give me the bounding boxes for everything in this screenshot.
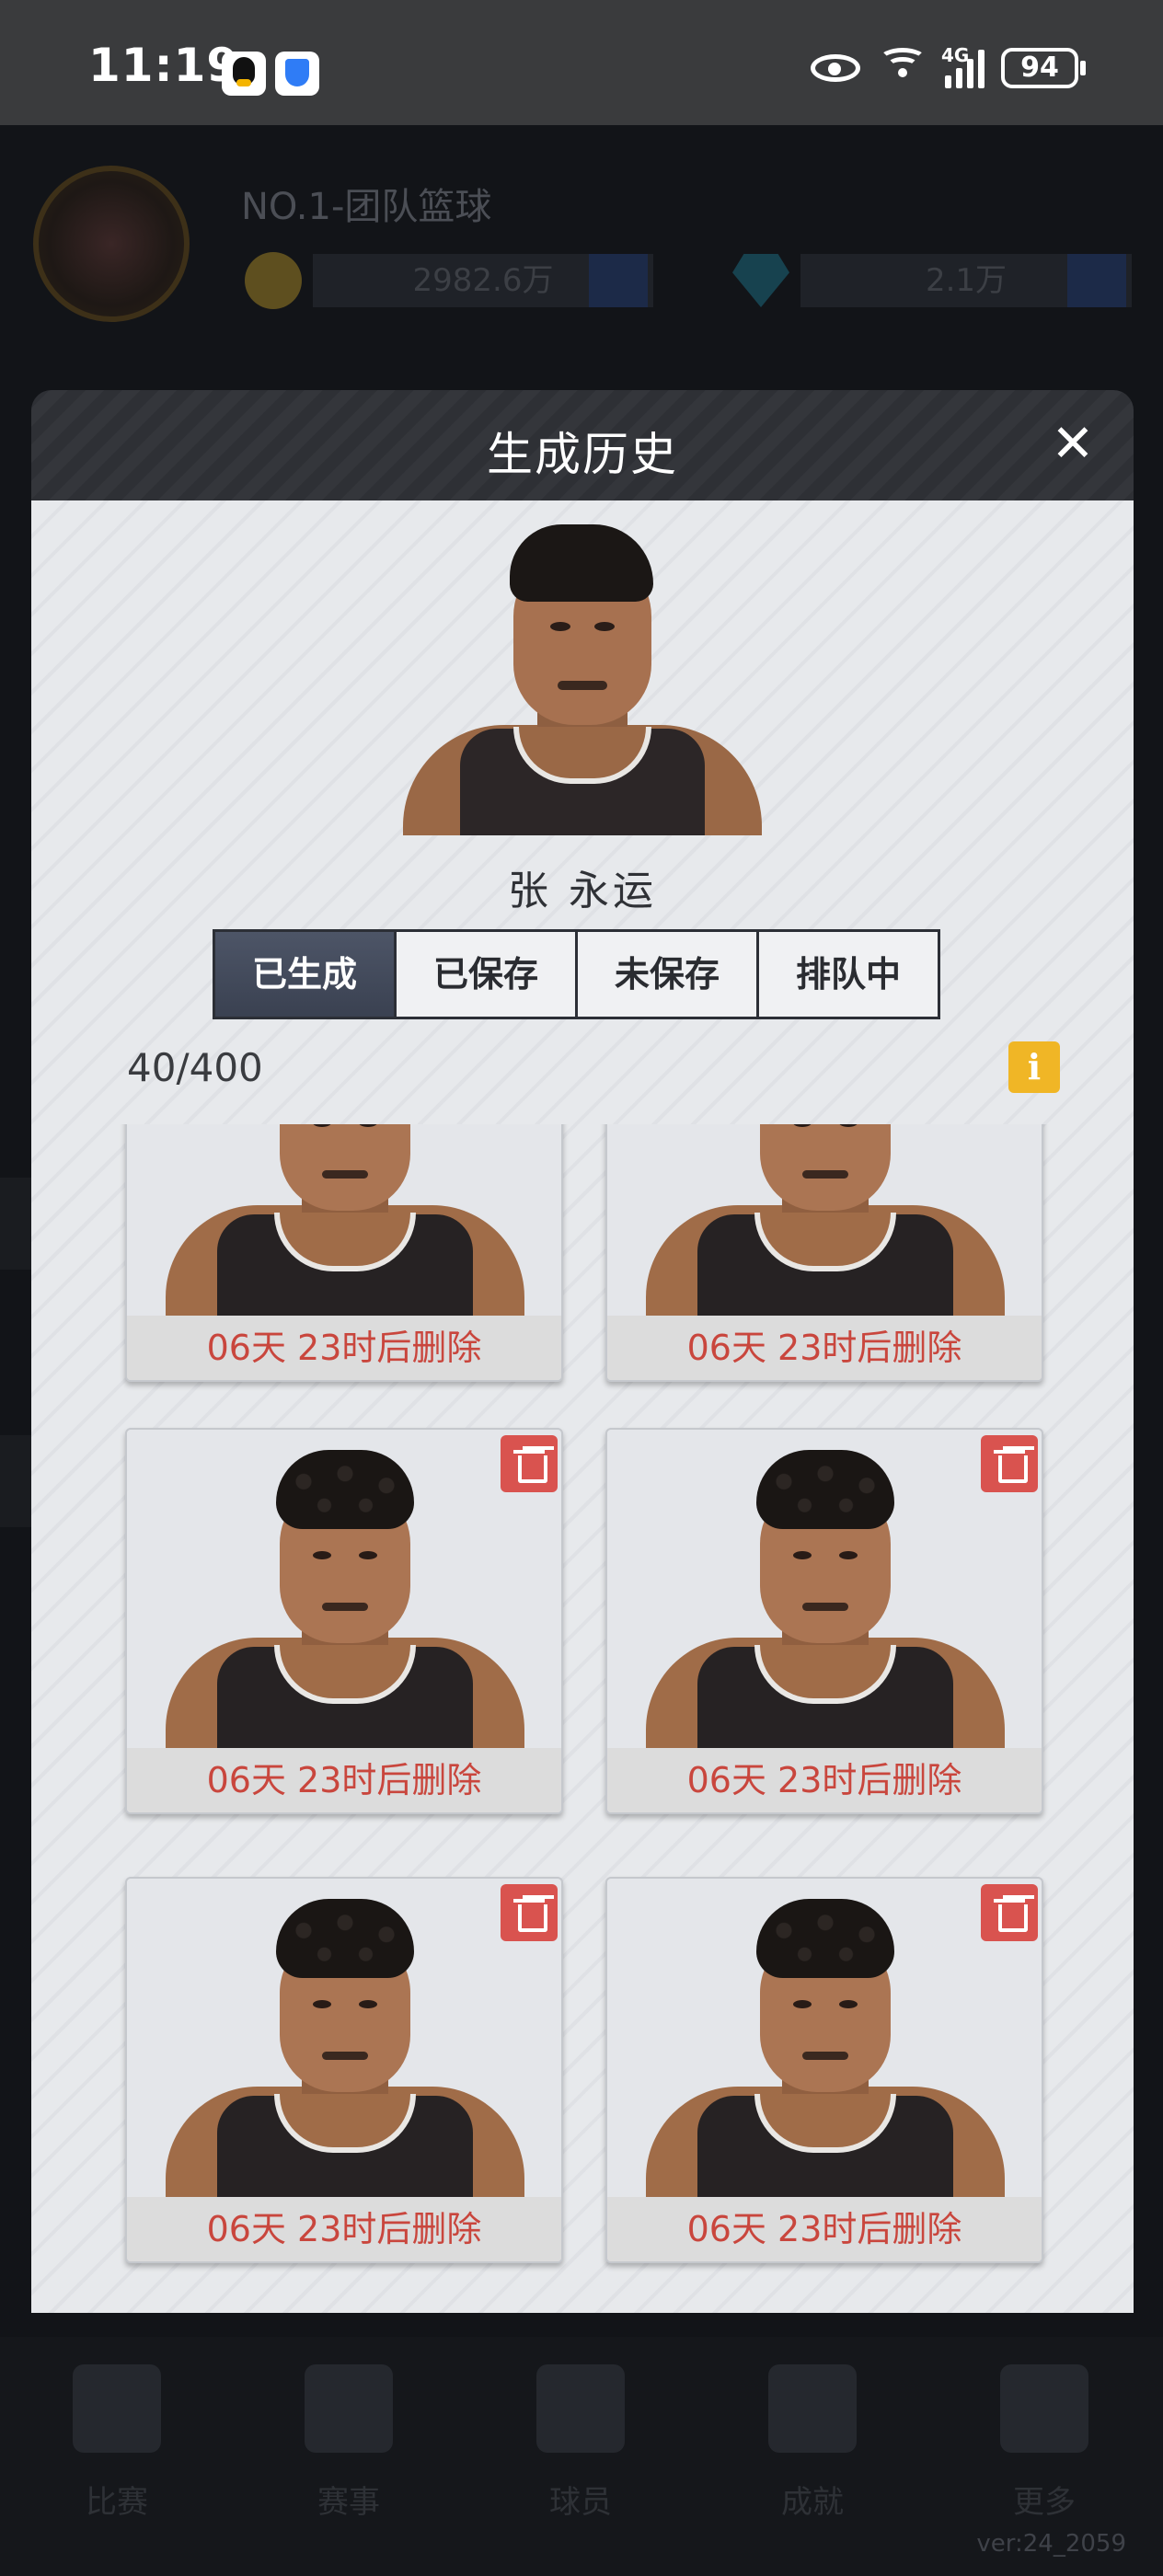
delete-icon[interactable] bbox=[501, 1884, 558, 1941]
modal-body: 张 永运 已生成 已保存 未保存 排队中 40/400 i 06天 23时后删除… bbox=[31, 500, 1134, 2313]
players-icon bbox=[536, 2364, 625, 2453]
tab-generated[interactable]: 已生成 bbox=[213, 929, 397, 1019]
version-label: ver:24_2059 bbox=[976, 2530, 1126, 2558]
delete-icon[interactable] bbox=[981, 1435, 1038, 1492]
player-portrait bbox=[403, 519, 762, 835]
delete-countdown: 06天 23时后删除 bbox=[127, 1748, 561, 1812]
nav-item-achievements: 成就 bbox=[743, 2364, 881, 2522]
generated-portrait bbox=[127, 1879, 561, 2197]
delete-countdown: 06天 23时后删除 bbox=[607, 1748, 1042, 1812]
tab-unsaved[interactable]: 未保存 bbox=[575, 929, 759, 1019]
generated-portrait bbox=[127, 1430, 561, 1748]
team-logo bbox=[33, 166, 190, 322]
generated-portrait bbox=[607, 1430, 1042, 1748]
status-icons: 4G 94 bbox=[811, 44, 1086, 90]
signal-icon: 4G bbox=[941, 44, 985, 88]
generated-grid[interactable]: 06天 23时后删除 06天 23时后删除 06天 23时后删除 06天 23时… bbox=[31, 1124, 1134, 2313]
network-type: 4G bbox=[941, 44, 970, 66]
generated-card[interactable]: 06天 23时后删除 bbox=[125, 1124, 563, 1382]
add-gems-button bbox=[1067, 254, 1126, 307]
generated-card[interactable]: 06天 23时后删除 bbox=[605, 1124, 1043, 1382]
generated-portrait bbox=[607, 1879, 1042, 2197]
eye-icon bbox=[811, 54, 860, 82]
status-bar: 11:19 4G 94 bbox=[0, 0, 1163, 125]
delete-icon[interactable] bbox=[501, 1435, 558, 1492]
modal-header: 生成历史 ✕ bbox=[31, 390, 1134, 500]
generated-card[interactable]: 06天 23时后删除 bbox=[605, 1877, 1043, 2263]
generated-portrait bbox=[127, 1124, 561, 1316]
nav-item-schedule: 比赛 bbox=[48, 2364, 186, 2522]
nav-item-more: 更多 bbox=[975, 2364, 1113, 2522]
status-time: 11:19 bbox=[88, 39, 240, 92]
tab-queued[interactable]: 排队中 bbox=[756, 929, 940, 1019]
generated-card[interactable]: 06天 23时后删除 bbox=[125, 1877, 563, 2263]
delete-countdown: 06天 23时后删除 bbox=[127, 2197, 561, 2261]
generated-card[interactable]: 06天 23时后删除 bbox=[125, 1428, 563, 1814]
trophy-icon bbox=[305, 2364, 393, 2453]
battery-icon: 94 bbox=[1001, 48, 1086, 88]
delete-countdown: 06天 23时后删除 bbox=[127, 1316, 561, 1380]
delete-countdown: 06天 23时后删除 bbox=[607, 1316, 1042, 1380]
info-icon[interactable]: i bbox=[1008, 1041, 1060, 1093]
team-name: NO.1-团队篮球 bbox=[241, 186, 492, 228]
shield-icon bbox=[275, 52, 319, 96]
nav-item-players: 球员 bbox=[512, 2364, 650, 2522]
add-coins-button bbox=[589, 254, 648, 307]
filter-tabs: 已生成 已保存 未保存 排队中 bbox=[213, 929, 940, 1019]
delete-icon[interactable] bbox=[981, 1884, 1038, 1941]
nav-item-events: 赛事 bbox=[280, 2364, 418, 2522]
medal-icon bbox=[768, 2364, 857, 2453]
coin-icon bbox=[245, 252, 302, 309]
wifi-icon bbox=[877, 46, 928, 90]
qq-icon bbox=[222, 52, 266, 96]
generation-count: 40/400 bbox=[127, 1045, 263, 1090]
screen: 11:19 4G 94 NO.1-团队篮球 2982.6万 2.1万 比赛 赛事… bbox=[0, 0, 1163, 2576]
delete-countdown: 06天 23时后删除 bbox=[607, 2197, 1042, 2261]
grid-icon bbox=[1000, 2364, 1088, 2453]
generated-card[interactable]: 06天 23时后删除 bbox=[605, 1428, 1043, 1814]
generation-history-modal: 生成历史 ✕ 张 永运 已生成 已保存 未保存 排队中 40/400 i 06天… bbox=[31, 390, 1134, 2313]
modal-title: 生成历史 bbox=[487, 428, 678, 481]
tab-saved[interactable]: 已保存 bbox=[394, 929, 578, 1019]
generated-portrait bbox=[607, 1124, 1042, 1316]
close-icon[interactable]: ✕ bbox=[1045, 418, 1100, 473]
player-name: 张 永运 bbox=[508, 868, 657, 914]
calendar-icon bbox=[73, 2364, 161, 2453]
